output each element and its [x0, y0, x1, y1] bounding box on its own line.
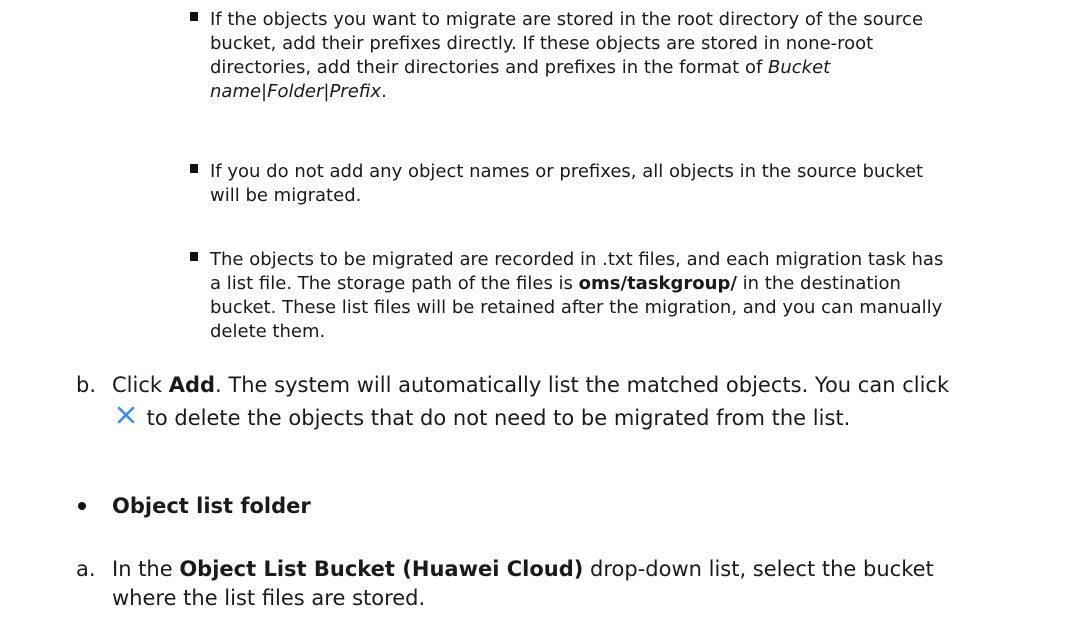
- bullet-heading: Object list folder: [112, 494, 311, 518]
- square-bullet-icon: [190, 164, 198, 173]
- note-list-files: The objects to be migrated are recorded …: [190, 248, 950, 344]
- step-label: b.: [76, 373, 97, 397]
- close-icon[interactable]: [114, 403, 138, 427]
- step-b: b. Click Add. The system will automatica…: [76, 369, 972, 435]
- note-root-directory: If the objects you want to migrate are s…: [190, 8, 950, 104]
- add-keyword: Add: [168, 373, 216, 397]
- storage-path: oms/taskgroup/: [578, 273, 737, 294]
- step-label: a.: [76, 557, 96, 581]
- note-no-prefix: If you do not add any object names or pr…: [190, 160, 950, 208]
- bucket-dropdown-name: Object List Bucket (Huawei Cloud): [179, 557, 584, 581]
- step-a: a. In the Object List Bucket (Huawei Clo…: [76, 557, 934, 610]
- square-bullet-icon: [190, 252, 198, 261]
- square-bullet-icon: [190, 12, 198, 21]
- round-bullet-icon: [78, 502, 86, 510]
- bullet-object-list-folder: Object list folder: [78, 491, 311, 521]
- note-text: If you do not add any object names or pr…: [210, 161, 924, 206]
